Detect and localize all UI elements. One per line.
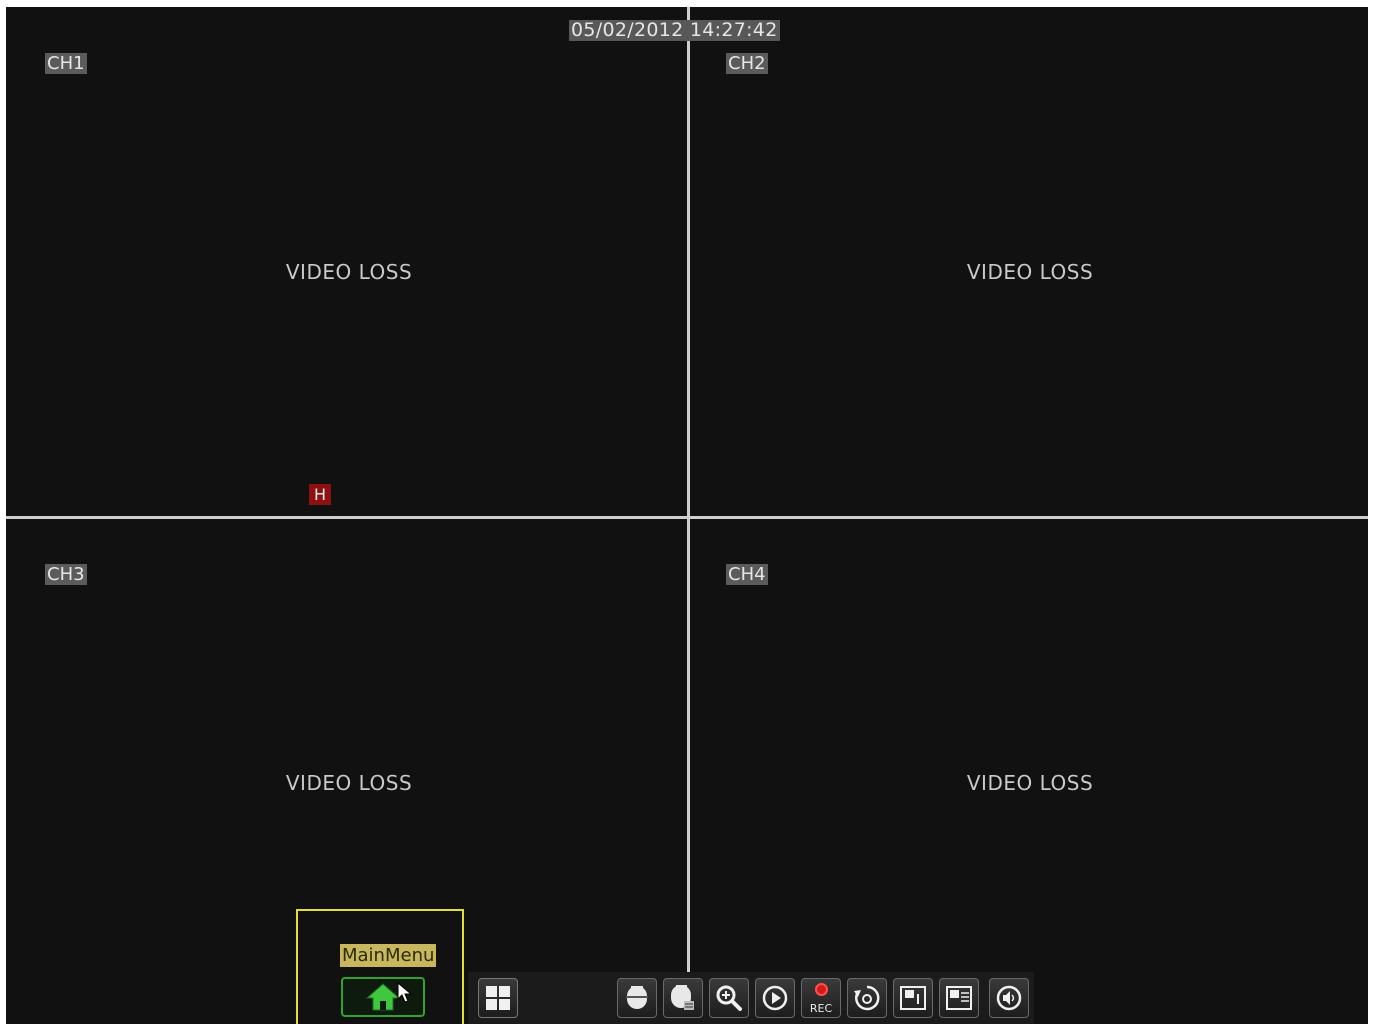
channel-2-label: CH2 [726, 53, 768, 74]
audio-button[interactable] [989, 978, 1029, 1018]
mouse-cursor-icon [397, 982, 413, 1003]
zoom-button[interactable] [709, 978, 749, 1018]
previous-screen-button[interactable] [893, 978, 933, 1018]
channel-1-label: CH1 [45, 53, 87, 74]
channel-2-status: VIDEO LOSS [966, 260, 1094, 284]
record-button[interactable]: REC [801, 978, 841, 1018]
previous-screen-icon [900, 986, 926, 1010]
audio-icon [996, 985, 1022, 1011]
playback-button[interactable] [755, 978, 795, 1018]
home-icon [366, 983, 400, 1011]
channel-3-status: VIDEO LOSS [285, 771, 413, 795]
channel-1-status: VIDEO LOSS [285, 260, 413, 284]
ptz-settings-button[interactable] [663, 978, 703, 1018]
sequence-icon [854, 985, 880, 1011]
channel-4-status: VIDEO LOSS [966, 771, 1094, 795]
ptz-button[interactable] [617, 978, 657, 1018]
sequence-button[interactable] [847, 978, 887, 1018]
quad-view-icon [486, 986, 510, 1010]
channel-3-view[interactable] [6, 519, 687, 972]
channel-3-label: CH3 [45, 564, 87, 585]
main-menu-tooltip: MainMenu [340, 944, 437, 967]
ptz-settings-icon [671, 985, 694, 1010]
quad-view-button[interactable] [478, 978, 518, 1018]
channel-4-label: CH4 [726, 564, 768, 585]
zoom-icon [716, 985, 742, 1011]
playback-icon [762, 985, 788, 1011]
next-screen-icon [946, 986, 972, 1010]
record-icon [815, 983, 828, 996]
channel-1-h-badge: H [309, 484, 331, 505]
dvr-screen: 05/02/2012 14:27:42 CH1 VIDEO LOSS H CH2… [6, 7, 1368, 1024]
record-label: REC [809, 1002, 833, 1015]
channel-4-view[interactable] [690, 519, 1368, 972]
ptz-camera-icon [626, 986, 648, 1009]
next-screen-button[interactable] [939, 978, 979, 1018]
